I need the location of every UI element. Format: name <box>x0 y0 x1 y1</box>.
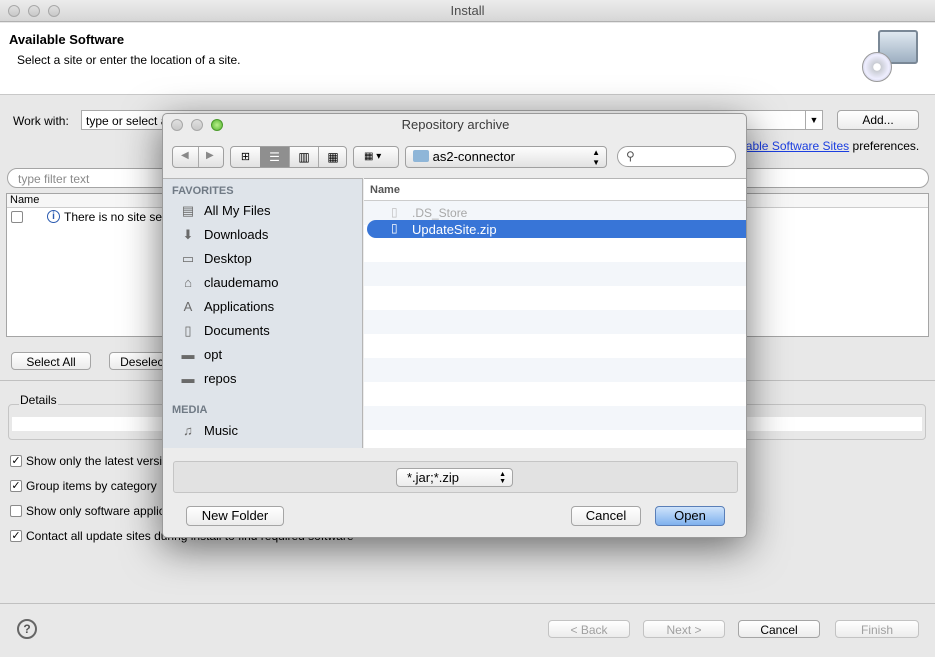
view-mode-control: ⊞ ☰ ▥ ▦ <box>230 146 347 168</box>
folder-name: as2-connector <box>432 149 516 164</box>
help-icon[interactable]: ? <box>17 619 37 639</box>
dialog-cancel-button[interactable]: Cancel <box>571 506 641 526</box>
accessory-panel: *.jar;*.zip ▲ ▼ <box>173 461 738 493</box>
sidebar-item-home[interactable]: ⌂ claudemamo <box>179 272 359 294</box>
next-button[interactable]: Next > <box>643 620 725 638</box>
back-button[interactable]: < Back <box>548 620 630 638</box>
group-category-checkbox[interactable]: ✓ <box>10 480 22 492</box>
dialog-title: Repository archive <box>401 117 510 132</box>
favorites-header: FAVORITES <box>172 185 234 197</box>
sidebar-item-all-my-files[interactable]: ▤ All My Files <box>179 200 359 222</box>
forward-arrow-icon[interactable]: ▶ <box>206 150 214 161</box>
cancel-button[interactable]: Cancel <box>738 620 820 638</box>
folder-icon: ▬ <box>181 371 195 386</box>
minimize-window-button[interactable] <box>28 5 40 17</box>
folder-icon <box>413 150 429 162</box>
back-forward-control: ◀ ▶ <box>172 146 224 168</box>
updown-chevron-icon: ▲ ▼ <box>592 148 600 167</box>
file-row-selected[interactable]: ▯ UpdateSite.zip <box>367 220 746 238</box>
work-with-label: Work with: <box>13 114 69 128</box>
open-button[interactable]: Open <box>655 506 725 526</box>
search-icon: ⚲ <box>626 149 635 163</box>
close-window-button[interactable] <box>8 5 20 17</box>
group-category-label: Group items by category <box>26 479 157 493</box>
dialog-close-button[interactable] <box>171 119 183 131</box>
column-header-name[interactable]: Name <box>364 179 746 201</box>
sidebar-item-applications[interactable]: A Applications <box>179 296 359 318</box>
updown-chevron-icon: ▲ ▼ <box>499 471 506 485</box>
wizard-header: Available Software Select a site or ente… <box>0 23 935 95</box>
home-icon: ⌂ <box>184 275 192 290</box>
dialog-zoom-button[interactable] <box>211 119 223 131</box>
sidebar-item-repos[interactable]: ▬ repos <box>179 368 359 390</box>
downloads-icon: ⬇ <box>182 227 194 242</box>
sidebar-item-downloads[interactable]: ⬇ Downloads <box>179 224 359 246</box>
arrange-menu-button[interactable]: ▦ ▾ <box>353 146 399 168</box>
install-banner-icon <box>862 28 920 86</box>
sidebar: FAVORITES ▤ All My Files ⬇ Downloads ▭ Desk… <box>163 178 363 448</box>
desktop-icon: ▭ <box>181 251 195 266</box>
chevron-down-icon[interactable]: ▼ <box>805 111 822 129</box>
select-all-button[interactable]: Select All <box>11 352 91 370</box>
sidebar-item-opt[interactable]: ▬ opt <box>179 344 359 366</box>
column-view-icon[interactable]: ▥ <box>289 147 318 167</box>
footer-separator <box>0 603 935 604</box>
latest-versions-checkbox[interactable]: ✓ <box>10 455 22 467</box>
applicable-software-checkbox[interactable] <box>10 505 22 517</box>
repository-archive-dialog: Repository archive ◀ ▶ ⊞ ☰ ▥ ▦ ▦ ▾ as2-c… <box>162 113 747 538</box>
music-icon: ♫ <box>183 423 193 438</box>
sidebar-item-desktop[interactable]: ▭ Desktop <box>179 248 359 270</box>
folder-popup[interactable]: as2-connector ▲ ▼ <box>405 146 607 168</box>
coverflow-view-icon[interactable]: ▦ <box>318 147 346 167</box>
documents-icon: ▯ <box>184 323 192 338</box>
new-folder-button[interactable]: New Folder <box>186 506 284 526</box>
media-header: MEDIA <box>172 404 208 416</box>
finish-button[interactable]: Finish <box>835 620 919 638</box>
arrange-icon: ▦ ▾ <box>364 151 382 162</box>
page-title: Available Software <box>9 32 125 47</box>
zoom-window-button[interactable] <box>48 5 60 17</box>
add-site-button[interactable]: Add... <box>837 110 919 130</box>
applications-icon: A <box>183 299 193 314</box>
row-checkbox[interactable] <box>11 211 23 223</box>
list-view-icon[interactable]: ☰ <box>260 147 289 167</box>
back-arrow-icon[interactable]: ◀ <box>181 150 189 161</box>
details-label: Details <box>19 393 58 407</box>
sidebar-item-music[interactable]: ♫ Music <box>179 420 359 442</box>
window-titlebar: Install <box>0 0 935 22</box>
sidebar-item-documents[interactable]: ▯ Documents <box>179 320 359 342</box>
contact-sites-checkbox[interactable]: ✓ <box>10 530 22 542</box>
dialog-minimize-button[interactable] <box>191 119 203 131</box>
info-icon: i <box>47 210 60 223</box>
folder-icon: ▬ <box>181 347 195 362</box>
icon-view-icon[interactable]: ⊞ <box>231 147 260 167</box>
window-title: Install <box>450 3 485 18</box>
zip-file-icon: ▯ <box>391 221 398 235</box>
preferences-text: preferences. <box>849 139 920 153</box>
page-subtitle: Select a site or enter the location of a… <box>17 53 241 67</box>
search-input[interactable]: ⚲ <box>617 146 736 167</box>
all-files-icon: ▤ <box>181 203 195 218</box>
file-icon: ▯ <box>391 205 398 219</box>
file-type-popup[interactable]: *.jar;*.zip ▲ ▼ <box>396 468 513 487</box>
file-list: Name ▯ .DS_Store ▯ UpdateSite.zip <box>364 178 746 448</box>
